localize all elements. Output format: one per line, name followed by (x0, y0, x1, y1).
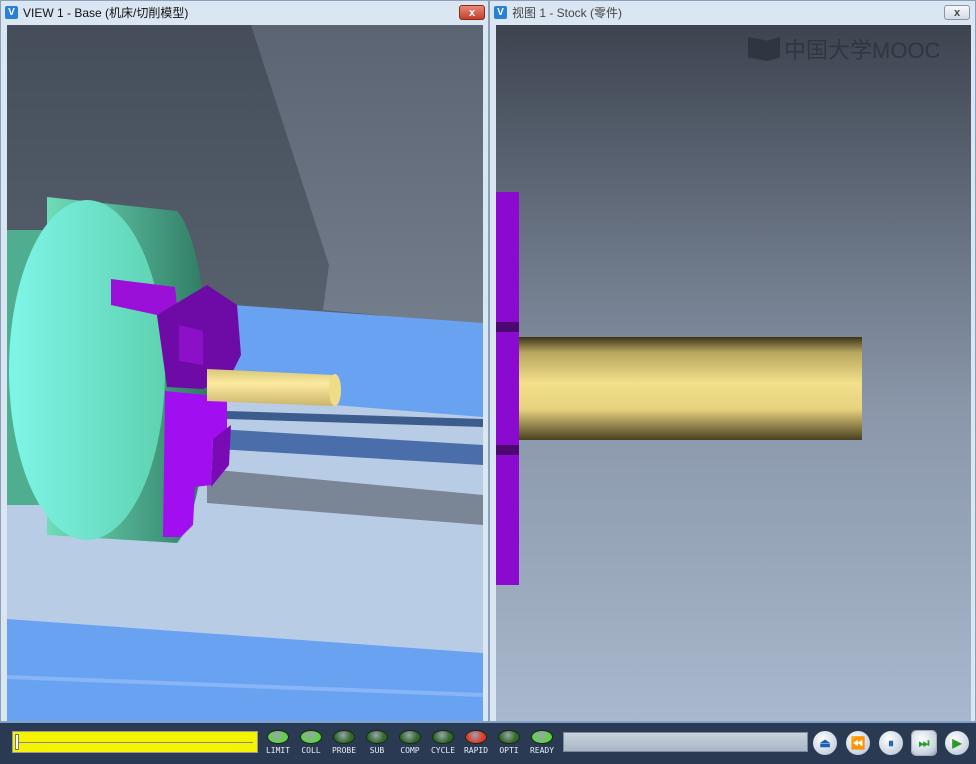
slider-track (17, 742, 253, 743)
vericut-icon: V (494, 6, 507, 19)
machine-scene (7, 25, 483, 721)
status-light-cycle: CYCLE (428, 730, 458, 755)
right-window-title: 视图 1 - Stock (零件) (512, 6, 623, 20)
status-light-comp: COMP (395, 730, 425, 755)
indicator-light-icon (333, 730, 355, 744)
status-light-limit: LIMIT (263, 730, 293, 755)
status-light-coll: COLL (296, 730, 326, 755)
status-light-opti: OPTI (494, 730, 524, 755)
light-label: READY (529, 746, 555, 755)
purple-fixture (496, 192, 519, 585)
workpiece (207, 369, 333, 406)
left-view-window: V VIEW 1 - Base (机床/切削模型) x (0, 0, 489, 722)
slider-handle[interactable] (15, 734, 19, 750)
indicator-light-icon (366, 730, 388, 744)
progress-bar (563, 732, 808, 752)
light-label: SUB (369, 746, 385, 755)
play-icon: ▶ (952, 736, 962, 750)
close-button[interactable]: x (944, 5, 970, 20)
indicator-light-icon (300, 730, 322, 744)
light-label: CYCLE (430, 746, 456, 755)
workpiece-end (329, 374, 341, 406)
light-label: PROBE (331, 746, 357, 755)
light-label: LIMIT (265, 746, 291, 755)
step-forward-button[interactable]: ⏭ (911, 730, 937, 756)
chuck-face (9, 200, 165, 540)
eject-icon: ⏏ (819, 736, 831, 750)
speed-slider[interactable] (12, 731, 258, 753)
watermark-text: 中国大学MOOC (784, 38, 941, 63)
indicator-light-icon (498, 730, 520, 744)
right-view-window: V 视图 1 - Stock (零件) x 中国大学MOOC (489, 0, 976, 722)
eject-button[interactable]: ⏏ (813, 731, 837, 755)
left-title-bar[interactable]: V VIEW 1 - Base (机床/切削模型) x (1, 1, 488, 24)
stock-viewport[interactable]: 中国大学MOOC (496, 25, 971, 721)
vericut-icon: V (5, 6, 18, 19)
light-label: COMP (400, 746, 420, 755)
machine-viewport[interactable] (7, 25, 483, 721)
indicator-light-icon (399, 730, 421, 744)
mooc-logo-icon (748, 37, 780, 61)
status-light-ready: READY (527, 730, 557, 755)
status-light-rapid: RAPID (461, 730, 491, 755)
pause-icon: ⏸ (887, 735, 894, 750)
close-button[interactable]: x (459, 5, 485, 20)
light-label: OPTI (499, 746, 519, 755)
pause-button[interactable]: ⏸ (879, 731, 903, 755)
indicator-light-icon (267, 730, 289, 744)
simulation-toolbar: LIMIT COLL PROBE SUB COMP CYCLE RAPID OPTI READY… (0, 722, 976, 764)
stock-cylinder (519, 337, 862, 440)
left-window-title: VIEW 1 - Base (机床/切削模型) (23, 6, 189, 20)
play-button[interactable]: ▶ (945, 731, 969, 755)
right-title-bar[interactable]: V 视图 1 - Stock (零件) x (490, 1, 975, 24)
fixture-groove (496, 322, 519, 332)
rewind-button[interactable]: ⏪ (846, 731, 870, 755)
step-forward-icon: ⏭ (918, 735, 930, 750)
indicator-light-icon (465, 730, 487, 744)
status-light-probe: PROBE (329, 730, 359, 755)
light-label: RAPID (463, 746, 489, 755)
indicator-light-icon (432, 730, 454, 744)
fixture-groove (496, 445, 519, 455)
indicator-light-icon (531, 730, 553, 744)
chuck-jaw-step (179, 325, 203, 365)
status-light-sub: SUB (362, 730, 392, 755)
light-label: COLL (301, 746, 321, 755)
rewind-icon: ⏪ (850, 736, 866, 750)
mooc-watermark: 中国大学MOOC (748, 33, 940, 65)
